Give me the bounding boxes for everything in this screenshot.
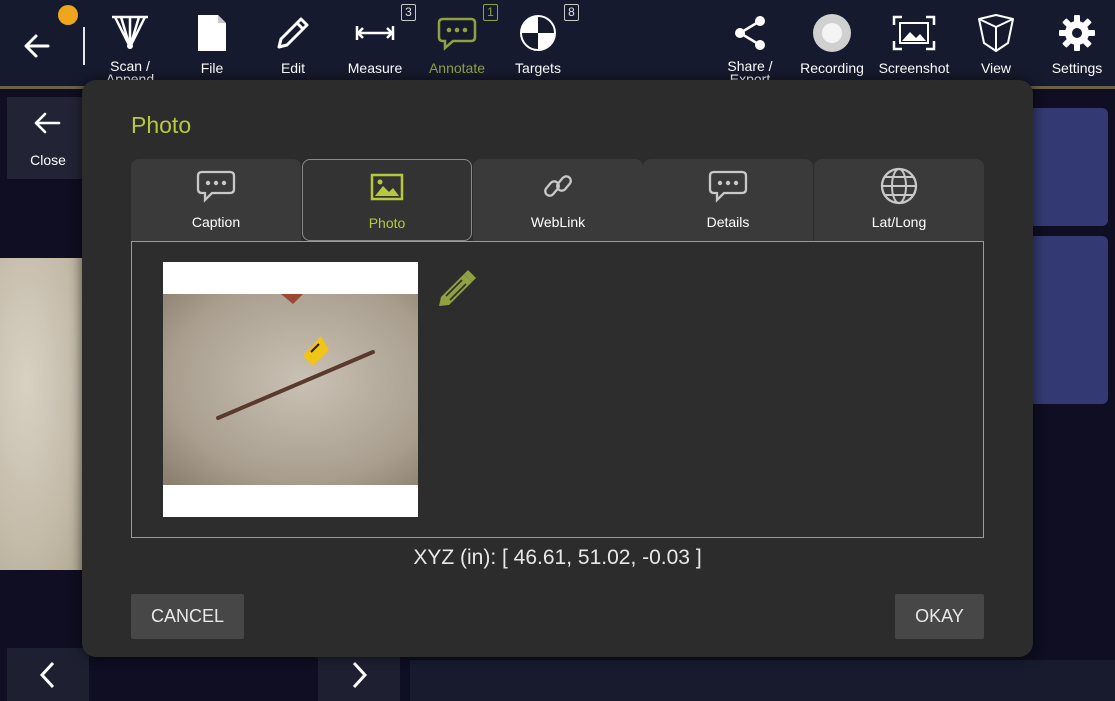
previous-button[interactable] xyxy=(7,648,89,701)
chevron-left-icon xyxy=(39,661,55,688)
link-icon xyxy=(538,168,578,204)
gear-icon xyxy=(1055,12,1099,54)
evidence-photo xyxy=(163,294,418,485)
speech-bubble-icon xyxy=(708,168,748,204)
toolbar-settings-button[interactable]: Settings xyxy=(1036,0,1115,86)
image-icon xyxy=(367,169,407,205)
edit-photo-pencil-icon[interactable] xyxy=(434,266,476,310)
okay-button[interactable]: OKAY xyxy=(895,594,984,639)
annotation-tabs: Caption Photo WebLink Details Lat/Long xyxy=(131,159,984,241)
globe-icon xyxy=(879,167,919,205)
screenshot-icon xyxy=(892,12,936,54)
tab-caption[interactable]: Caption xyxy=(131,159,301,241)
measure-icon xyxy=(353,12,397,54)
toolbar-share-export-button[interactable]: Share / Export xyxy=(709,0,791,86)
scan-icon xyxy=(108,12,152,54)
toolbar-label: Screenshot xyxy=(878,60,950,76)
toolbar-label: Edit xyxy=(280,60,306,76)
tab-photo[interactable]: Photo xyxy=(302,159,472,241)
tab-label: WebLink xyxy=(530,214,586,230)
toolbar-label: Settings xyxy=(1051,60,1103,76)
toolbar-label: Recording xyxy=(800,60,864,76)
toolbar-label: Annotate xyxy=(428,60,486,76)
view-cube-icon xyxy=(974,12,1018,54)
target-icon xyxy=(516,12,560,54)
photo-content-area xyxy=(131,241,984,538)
dialog-title: Photo xyxy=(131,112,192,138)
toolbar-edit-button[interactable]: Edit xyxy=(252,0,334,86)
background-bottom-strip xyxy=(410,660,1115,701)
toolbar-label: Targets xyxy=(515,60,561,76)
background-scan-image xyxy=(0,258,86,570)
toolbar-file-button[interactable]: File xyxy=(171,0,253,86)
tab-label: Details xyxy=(706,214,750,230)
top-toolbar: Scan / Append File Edit Measure 3 Annota… xyxy=(0,0,1115,88)
chevron-right-icon xyxy=(352,661,368,688)
close-arrow-icon xyxy=(34,112,61,134)
toolbar-label: Measure xyxy=(347,60,403,76)
record-icon xyxy=(810,12,854,54)
file-icon xyxy=(190,12,234,54)
cancel-button[interactable]: CANCEL xyxy=(131,594,244,639)
photo-thumbnail[interactable] xyxy=(163,262,418,517)
share-icon xyxy=(728,12,772,54)
close-button[interactable]: Close xyxy=(7,97,87,179)
notification-dot xyxy=(58,5,78,25)
pencil-icon xyxy=(271,12,315,54)
tab-weblink[interactable]: WebLink xyxy=(473,159,643,241)
toolbar-view-button[interactable]: View xyxy=(955,0,1037,86)
annotate-icon xyxy=(435,12,479,54)
annotate-count-badge: 1 xyxy=(483,4,498,21)
tab-label: Lat/Long xyxy=(871,214,927,230)
targets-count-badge: 8 xyxy=(564,4,579,21)
tab-details[interactable]: Details xyxy=(643,159,813,241)
tab-label: Caption xyxy=(191,214,241,230)
xyz-coordinates: XYZ (in): [ 46.61, 51.02, -0.03 ] xyxy=(413,546,702,569)
close-label: Close xyxy=(30,152,66,168)
tab-lat-long[interactable]: Lat/Long xyxy=(814,159,984,241)
measure-count-badge: 3 xyxy=(401,4,416,21)
toolbar-screenshot-button[interactable]: Screenshot xyxy=(873,0,955,86)
toolbar-label: File xyxy=(200,60,224,76)
toolbar-scan-append-button[interactable]: Scan / Append xyxy=(89,0,171,86)
tab-label: Photo xyxy=(368,215,406,231)
toolbar-label: View xyxy=(980,60,1012,76)
toolbar-recording-button[interactable]: Recording xyxy=(791,0,873,86)
background-side-panel xyxy=(1028,236,1108,404)
annotation-dialog: Photo Caption Photo WebLink Details Lat/… xyxy=(82,80,1033,657)
toolbar-divider xyxy=(83,27,85,65)
back-arrow-icon[interactable] xyxy=(18,28,60,64)
speech-bubble-icon xyxy=(196,168,236,204)
background-side-panel xyxy=(1028,108,1108,226)
